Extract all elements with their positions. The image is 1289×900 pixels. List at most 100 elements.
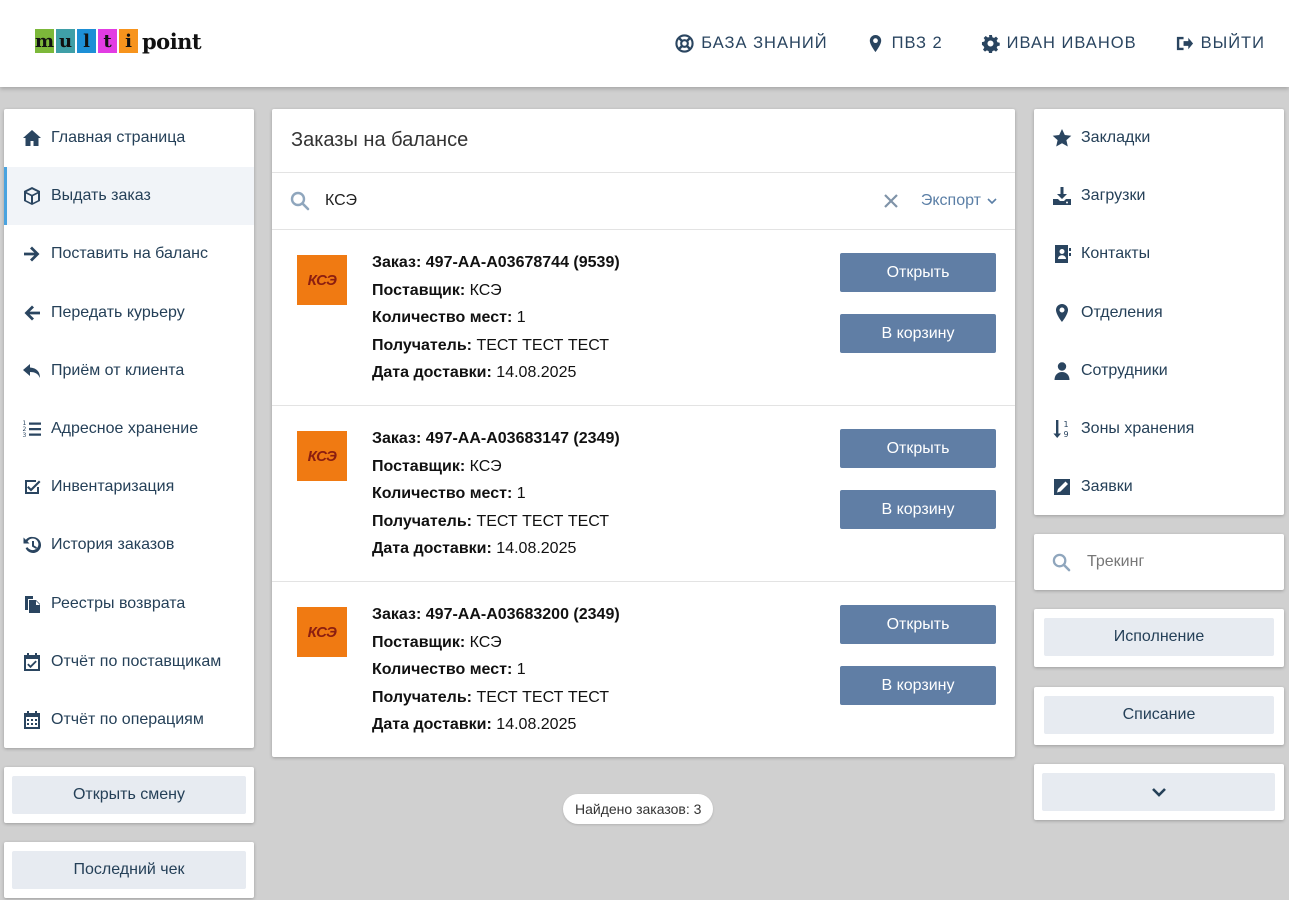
nav-user[interactable]: ИВАН ИВАНОВ (981, 34, 1137, 53)
recipient-value: ТЕСТ ТЕСТ ТЕСТ (476, 336, 610, 354)
nav-pickup-point[interactable]: ПВЗ 2 (866, 34, 943, 53)
sidebar-item-issue-order[interactable]: Выдать заказ (4, 167, 254, 226)
logo-letter: t (98, 29, 117, 53)
star-icon (1052, 129, 1072, 147)
supplier-label: Поставщик: (372, 281, 466, 299)
delivery-date-label: Дата доставки: (372, 364, 492, 381)
order-number: 497-АА-А03683147 (2349) (425, 430, 620, 447)
files-icon (25, 595, 40, 613)
export-label: Экспорт (920, 192, 981, 209)
sidebar-item-label: Адресное хранение (51, 420, 199, 438)
sidebar-item-receive-from-client[interactable]: Приём от клиента (4, 342, 254, 400)
last-receipt-button[interactable]: Последний чек (12, 851, 246, 889)
sidebar-item-supplier-report[interactable]: Отчёт по поставщикам (4, 633, 254, 691)
right-item-contacts[interactable]: Контакты (1034, 225, 1284, 283)
arrow-left-icon (24, 305, 40, 321)
order-details: Заказ: 497-АА-А03683147 (2349) Поставщик… (372, 428, 620, 566)
carrier-logo-text: КСЭ (307, 623, 337, 641)
sidebar-item-to-courier[interactable]: Передать курьеру (4, 284, 254, 342)
top-bar: m u l t i point БАЗА ЗНАНИЙ ПВЗ 2 ИВАН И… (0, 0, 1289, 87)
history-icon (23, 537, 42, 554)
right-item-downloads[interactable]: Загрузки (1034, 167, 1284, 225)
writeoff-button[interactable]: Списание (1044, 696, 1274, 734)
tracking-search (1034, 534, 1284, 590)
supplier-value: КСЭ (469, 281, 502, 299)
right-item-label: Контакты (1081, 245, 1151, 263)
gear-icon (981, 34, 1000, 53)
multipoint-logo[interactable]: m u l t i point (35, 29, 202, 54)
sidebar-item-home[interactable]: Главная страница (4, 109, 254, 167)
add-to-cart-button[interactable]: В корзину (840, 666, 996, 705)
recipient-value: ТЕСТ ТЕСТ ТЕСТ (476, 512, 610, 530)
places-label: Количество мест: (372, 485, 513, 502)
carrier-logo: КСЭ (297, 255, 347, 305)
order-number: 497-АА-А03683200 (2349) (425, 606, 620, 623)
add-to-cart-button[interactable]: В корзину (840, 490, 996, 529)
places-label: Количество мест: (372, 309, 513, 326)
sidebar-item-label: Инвентаризация (51, 478, 175, 496)
found-count-badge: Найдено заказов: 3 (563, 794, 714, 824)
home-icon (23, 130, 41, 147)
sidebar-item-label: Реестры возврата (51, 594, 186, 612)
orders-panel: Заказы на балансе Экспорт КСЭ Заказ: 497… (272, 109, 1015, 757)
sidebar-item-label: Отчёт по поставщикам (51, 652, 222, 670)
open-order-button[interactable]: Открыть (840, 429, 996, 468)
open-shift-button[interactable]: Открыть смену (12, 776, 246, 814)
order-number-label: Заказ: (372, 606, 422, 623)
export-dropdown[interactable]: Экспорт (921, 192, 997, 210)
logo-letter: l (77, 29, 96, 53)
tracking-input[interactable] (1087, 553, 1257, 571)
check-square-icon (25, 480, 41, 495)
right-item-label: Отделения (1081, 303, 1163, 321)
sidebar-item-address-storage[interactable]: 123 Адресное хранение (4, 400, 254, 458)
supplier-label: Поставщик: (372, 457, 466, 475)
map-marker-icon (869, 34, 881, 52)
carrier-logo: КСЭ (297, 431, 347, 481)
sidebar-item-label: Приём от клиента (51, 361, 185, 379)
arrow-right-icon (24, 246, 40, 262)
add-to-cart-button[interactable]: В корзину (840, 314, 996, 353)
sidebar-item-operations-report[interactable]: Отчёт по операциям (4, 691, 254, 749)
recipient-label: Получатель: (372, 336, 472, 354)
writeoff-card: Списание (1034, 687, 1284, 745)
right-item-label: Зоны хранения (1081, 420, 1195, 438)
delivery-date-value: 14.08.2025 (496, 716, 577, 733)
right-item-requests[interactable]: Заявки (1034, 458, 1284, 516)
logo-letter: i (119, 29, 138, 53)
nav-logout[interactable]: ВЫЙТИ (1175, 34, 1265, 53)
delivery-date-label: Дата доставки: (372, 716, 492, 733)
open-order-button[interactable]: Открыть (840, 253, 996, 292)
right-item-bookmarks[interactable]: Закладки (1034, 109, 1284, 167)
user-icon (1054, 362, 1070, 380)
recipient-value: ТЕСТ ТЕСТ ТЕСТ (476, 688, 610, 706)
calendar-icon (24, 710, 40, 729)
logo-letter: u (56, 29, 75, 53)
clear-search-icon[interactable] (883, 193, 899, 209)
right-item-branches[interactable]: Отделения (1034, 284, 1284, 342)
right-item-employees[interactable]: Сотрудники (1034, 342, 1284, 400)
right-item-storage-zones[interactable]: 19 Зоны хранения (1034, 400, 1284, 458)
sidebar-item-label: Отчёт по операциям (51, 710, 204, 728)
top-nav: БАЗА ЗНАНИЙ ПВЗ 2 ИВАН ИВАНОВ ВЫЙТИ (637, 31, 1265, 55)
right-item-label: Сотрудники (1081, 361, 1168, 379)
search-input[interactable] (325, 192, 883, 210)
open-shift-card: Открыть смену (4, 767, 254, 823)
open-order-button[interactable]: Открыть (840, 605, 996, 644)
nav-label: ПВЗ 2 (891, 33, 943, 52)
nav-label: ИВАН ИВАНОВ (1006, 33, 1137, 52)
sidebar-item-inventory[interactable]: Инвентаризация (4, 458, 254, 516)
sidebar-item-return-registries[interactable]: Реестры возврата (4, 575, 254, 633)
order-details: Заказ: 497-АА-А03678744 (9539) Поставщик… (372, 252, 620, 390)
sidebar-item-put-on-balance[interactable]: Поставить на баланс (4, 225, 254, 283)
delivery-date-value: 14.08.2025 (496, 364, 577, 381)
page-title: Заказы на балансе (272, 109, 1015, 173)
sidebar-item-order-history[interactable]: История заказов (4, 516, 254, 574)
expand-button[interactable] (1042, 773, 1275, 811)
order-item: КСЭ Заказ: 497-АА-А03683147 (2349) Поста… (272, 406, 1015, 582)
nav-knowledge-base[interactable]: БАЗА ЗНАНИЙ (675, 34, 827, 53)
supplier-value: КСЭ (469, 457, 502, 475)
execution-button[interactable]: Исполнение (1044, 618, 1274, 656)
order-details: Заказ: 497-АА-А03683200 (2349) Поставщик… (372, 604, 620, 742)
order-number-label: Заказ: (372, 254, 422, 271)
cube-icon (24, 187, 40, 206)
